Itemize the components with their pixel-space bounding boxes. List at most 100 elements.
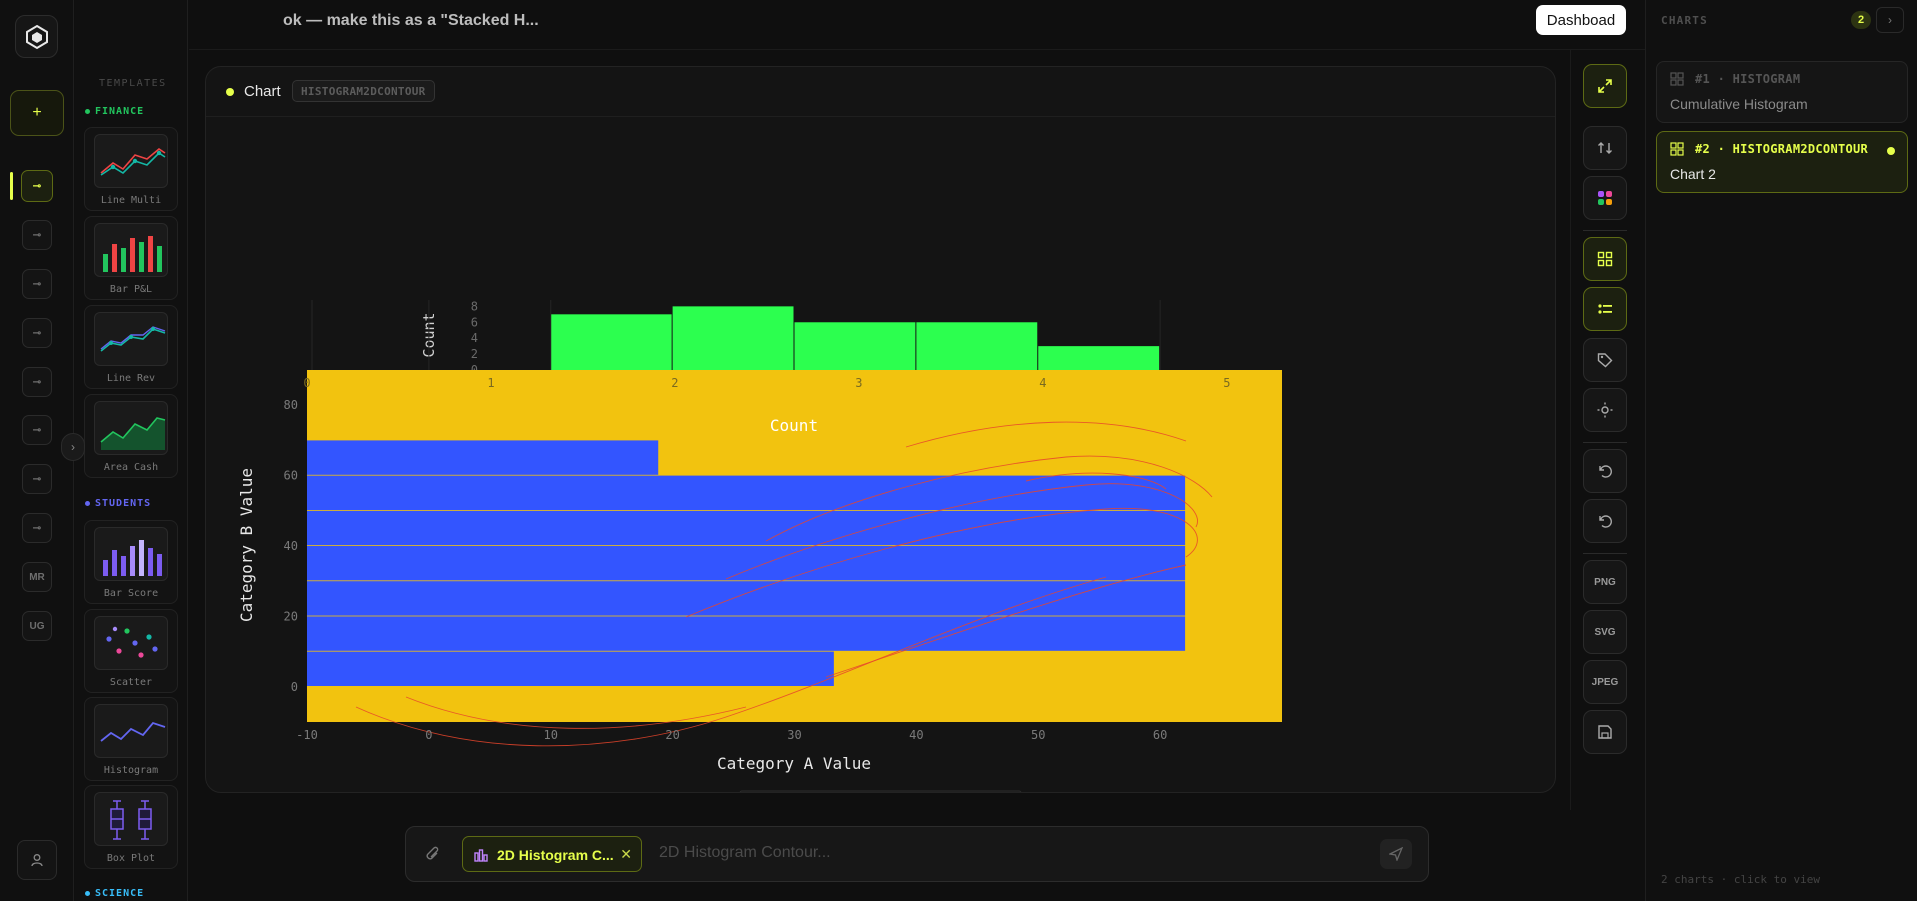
x-tick-label: 50 bbox=[1031, 728, 1045, 742]
rail-item-key-4[interactable]: ⊸ bbox=[22, 318, 52, 348]
grid-icon bbox=[1670, 142, 1684, 156]
count-tick-label: 4 bbox=[1039, 376, 1046, 390]
grid-icon bbox=[1670, 72, 1684, 86]
export-svg-button[interactable]: SVG bbox=[1583, 610, 1627, 654]
chart-card-name: Cumulative Histogram bbox=[1670, 96, 1808, 112]
dashboard-button[interactable]: Dashboad bbox=[1536, 5, 1626, 35]
count-tick-label: 5 bbox=[1223, 376, 1230, 390]
rail-item-key-2[interactable]: ⊸ bbox=[22, 220, 52, 250]
paperclip-icon bbox=[426, 846, 439, 860]
template-line-rev[interactable]: Line Rev bbox=[84, 305, 178, 389]
key-icon: ⊸ bbox=[32, 327, 42, 339]
theme-button[interactable] bbox=[1583, 388, 1627, 432]
user-button[interactable] bbox=[17, 840, 57, 880]
prompt-input[interactable]: 2D Histogram Contour... bbox=[659, 844, 831, 862]
template-area-cash[interactable]: Area Cash bbox=[84, 394, 178, 478]
template-histogram[interactable]: Histogram bbox=[84, 697, 178, 781]
rail-item-key-5[interactable]: ⊸ bbox=[22, 367, 52, 397]
x-tick-label: 60 bbox=[1153, 728, 1167, 742]
x-tick-label: -10 bbox=[296, 728, 318, 742]
send-button[interactable] bbox=[1380, 839, 1412, 869]
y-axis-title: Category B Value bbox=[237, 468, 256, 622]
top-y-tick-label: 6 bbox=[471, 315, 478, 329]
rail-item-key-3[interactable]: ⊸ bbox=[22, 269, 52, 299]
collapse-sidebar-button[interactable]: › bbox=[1876, 7, 1904, 33]
key-icon: ⊸ bbox=[32, 424, 42, 436]
count-tick-label: 3 bbox=[855, 376, 862, 390]
undo-button[interactable] bbox=[1583, 449, 1627, 493]
toolbar-divider bbox=[1583, 553, 1627, 554]
chart-card-kicker: #1 · HISTOGRAM bbox=[1695, 72, 1801, 86]
top-y-tick-label: 2 bbox=[471, 347, 478, 361]
export-label: PNG bbox=[1594, 576, 1616, 588]
right-histogram-bar bbox=[307, 510, 1186, 546]
charts-footer: 2 charts · click to view bbox=[1661, 873, 1820, 886]
chart-card-kicker: #2 · HISTOGRAM2DCONTOUR bbox=[1695, 142, 1869, 156]
y-tick-label: 40 bbox=[284, 539, 298, 553]
chart-type-badge: HISTOGRAM2DCONTOUR bbox=[292, 80, 435, 102]
rail-item-key-1[interactable]: ⊸ bbox=[21, 170, 53, 202]
section-students: STUDENTS bbox=[85, 498, 151, 509]
rail-item-ug[interactable]: UG bbox=[22, 611, 52, 641]
save-icon bbox=[1598, 725, 1612, 739]
fullscreen-button[interactable] bbox=[1583, 64, 1627, 108]
charts-count-badge: 2 bbox=[1851, 11, 1871, 29]
section-finance: FINANCE bbox=[85, 106, 144, 117]
chart-type-chip[interactable]: 2D Histogram C... ✕ bbox=[462, 836, 642, 872]
bar-score-thumbnail bbox=[94, 527, 168, 581]
undo-icon bbox=[1599, 465, 1612, 478]
chart-panel-header: Chart HISTOGRAM2DCONTOUR bbox=[206, 67, 1555, 117]
key-icon: ⊸ bbox=[32, 180, 42, 192]
legend-box bbox=[739, 790, 1022, 792]
rail-item-key-8[interactable]: ⊸ bbox=[22, 513, 52, 543]
histogram2dcontour-chart[interactable]: 02468Count012345Count020406080-100102030… bbox=[206, 117, 1556, 793]
template-label: Bar Score bbox=[103, 588, 159, 599]
status-dot bbox=[226, 88, 234, 96]
reset-button[interactable] bbox=[1583, 499, 1627, 543]
save-button[interactable] bbox=[1583, 710, 1627, 754]
chart-card-1[interactable]: #1 · HISTOGRAM Cumulative Histogram bbox=[1656, 61, 1908, 123]
template-bar-pnl[interactable]: Bar P&L bbox=[84, 216, 178, 300]
expand-panel-button[interactable]: › bbox=[61, 433, 85, 461]
template-line-multi[interactable]: Line Multi bbox=[84, 127, 178, 211]
chart-card-2[interactable]: #2 · HISTOGRAM2DCONTOUR Chart 2 bbox=[1656, 131, 1908, 193]
prompt-title: ok — make this as a "Stacked H... bbox=[283, 12, 539, 29]
top-histogram-bar bbox=[550, 314, 672, 370]
section-dot bbox=[85, 109, 90, 114]
chart-card-name: Chart 2 bbox=[1670, 166, 1716, 182]
count-tick-label: 2 bbox=[671, 376, 678, 390]
chevron-right-icon: › bbox=[1888, 13, 1892, 27]
new-chart-button[interactable]: + bbox=[10, 90, 64, 136]
chart-label: Chart bbox=[244, 83, 281, 100]
swap-axes-button[interactable] bbox=[1583, 126, 1627, 170]
x-axis-title: Category A Value bbox=[717, 754, 871, 773]
close-icon[interactable]: ✕ bbox=[620, 846, 632, 863]
reset-icon bbox=[1599, 515, 1612, 528]
rail-item-key-6[interactable]: ⊸ bbox=[22, 415, 52, 445]
grid-toggle-button[interactable] bbox=[1583, 237, 1627, 281]
rail-item-key-7[interactable]: ⊸ bbox=[22, 464, 52, 494]
color-palette-button[interactable] bbox=[1583, 176, 1627, 220]
right-histogram-bar bbox=[307, 616, 1186, 651]
expand-icon bbox=[1598, 79, 1612, 93]
top-y-tick-label: 4 bbox=[471, 331, 478, 345]
labels-button[interactable] bbox=[1583, 338, 1627, 382]
template-bar-score[interactable]: Bar Score bbox=[84, 520, 178, 604]
section-label: STUDENTS bbox=[95, 498, 152, 509]
line-multi-thumbnail bbox=[94, 134, 168, 188]
template-box-plot[interactable]: Box Plot bbox=[84, 785, 178, 869]
rail-item-mr[interactable]: MR bbox=[22, 562, 52, 592]
attach-button[interactable] bbox=[424, 844, 442, 869]
palette-icon bbox=[1598, 191, 1612, 205]
template-scatter[interactable]: Scatter bbox=[84, 609, 178, 693]
app-logo[interactable] bbox=[15, 15, 58, 58]
export-jpeg-button[interactable]: JPEG bbox=[1583, 660, 1627, 704]
templates-panel: TEMPLATES FINANCE Line Multi Bar P&L Lin… bbox=[75, 0, 188, 901]
export-png-button[interactable]: PNG bbox=[1583, 560, 1627, 604]
y-tick-label: 0 bbox=[291, 680, 298, 694]
x-tick-label: 30 bbox=[787, 728, 801, 742]
line-rev-thumbnail bbox=[94, 312, 168, 366]
plus-icon: + bbox=[32, 104, 42, 121]
legend-toggle-button[interactable] bbox=[1583, 287, 1627, 331]
top-histogram-bar bbox=[794, 322, 916, 370]
